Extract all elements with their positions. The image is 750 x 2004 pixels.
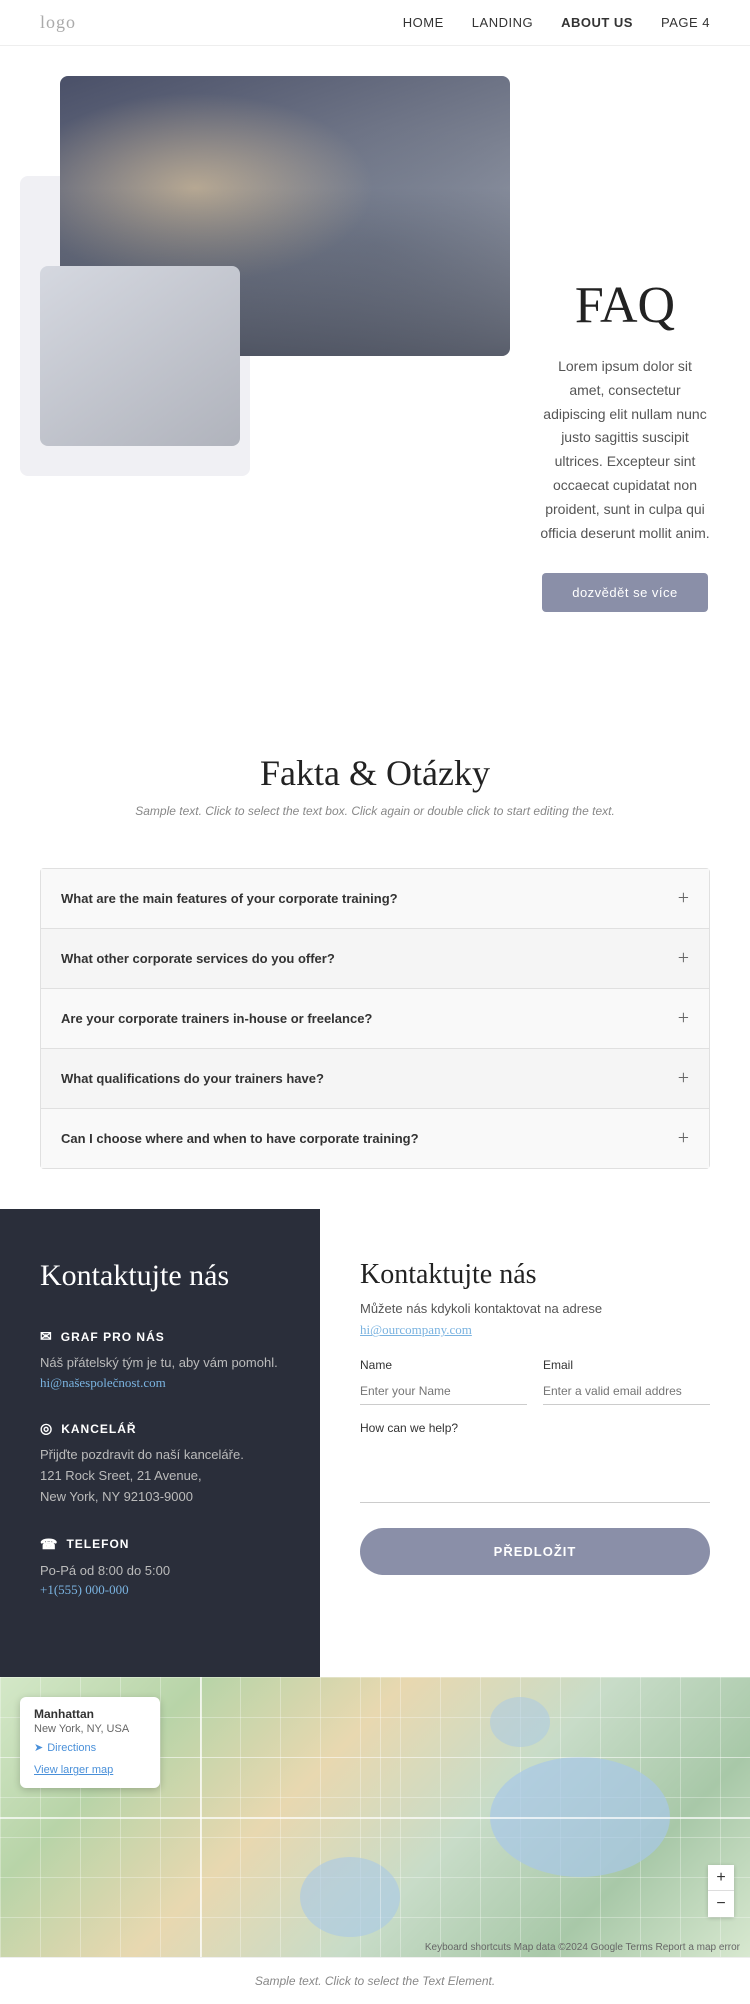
hero-content: FAQ Lorem ipsum dolor sit amet, consecte… — [540, 76, 710, 612]
accordion-item-2[interactable]: What other corporate services do you off… — [41, 929, 709, 989]
contact-email-label-text: GRAF PRO NÁS — [61, 1330, 165, 1344]
hero-description: Lorem ipsum dolor sit amet, consectetur … — [540, 355, 710, 545]
map-road-4 — [380, 1677, 381, 1957]
envelope-icon: ✉ — [40, 1328, 53, 1345]
contact-section: Kontaktujte nás ✉ GRAF PRO NÁS Náš přáte… — [0, 1209, 750, 1677]
map-zoom-controls: + − — [708, 1865, 734, 1917]
contact-left: Kontaktujte nás ✉ GRAF PRO NÁS Náš přáte… — [0, 1209, 320, 1677]
contact-left-title: Kontaktujte nás — [40, 1259, 280, 1293]
location-icon: ◎ — [40, 1420, 53, 1437]
spacer — [0, 652, 750, 712]
accordion-question-4: What qualifications do your trainers hav… — [61, 1071, 324, 1086]
name-label: Name — [360, 1358, 527, 1372]
help-group: How can we help? — [360, 1421, 710, 1508]
contact-phone-block: ☎ TELEFON Po-Pá od 8:00 do 5:00 +1(555) … — [40, 1536, 280, 1600]
bottom-bar: Sample text. Click to select the Text El… — [0, 1957, 750, 2004]
hero-section: FAQ Lorem ipsum dolor sit amet, consecte… — [0, 46, 750, 652]
help-textarea[interactable] — [360, 1443, 710, 1503]
contact-email-label: ✉ GRAF PRO NÁS — [40, 1328, 280, 1345]
contact-email-block: ✉ GRAF PRO NÁS Náš přátelský tým je tu, … — [40, 1328, 280, 1392]
nav-about-us[interactable]: ABOUT US — [561, 15, 633, 30]
contact-email-link[interactable]: hi@našespolečnost.com — [40, 1375, 166, 1390]
map-popup: Manhattan New York, NY, USA ➤ Directions… — [20, 1697, 160, 1788]
name-group: Name — [360, 1358, 527, 1405]
name-input[interactable] — [360, 1378, 527, 1405]
accordion-item-1[interactable]: What are the main features of your corpo… — [41, 869, 709, 929]
nav-links: HOME LANDING ABOUT US PAGE 4 — [403, 15, 710, 30]
faq-subtitle: Sample text. Click to select the text bo… — [40, 804, 710, 818]
hero-small-image — [40, 266, 240, 446]
directions-icon: ➤ — [34, 1741, 43, 1754]
view-larger-map[interactable]: View larger map — [34, 1764, 113, 1776]
map-section: Manhattan New York, NY, USA ➤ Directions… — [0, 1677, 750, 1957]
contact-right-email[interactable]: hi@ourcompany.com — [360, 1322, 710, 1338]
map-water-3 — [490, 1697, 550, 1747]
hero-small-image-inner — [40, 266, 240, 446]
help-label: How can we help? — [360, 1421, 710, 1435]
accordion-icon-4: + — [678, 1067, 689, 1090]
phone-icon: ☎ — [40, 1536, 58, 1553]
nav-page4[interactable]: PAGE 4 — [661, 15, 710, 30]
accordion: What are the main features of your corpo… — [40, 868, 710, 1169]
submit-button[interactable]: PŘEDLOŽIT — [360, 1528, 710, 1575]
faq-section: Fakta & Otázky Sample text. Click to sel… — [0, 712, 750, 868]
contact-office-desc: Přijďte pozdravit do naší kanceláře.121 … — [40, 1445, 280, 1507]
map-background: Manhattan New York, NY, USA ➤ Directions… — [0, 1677, 750, 1957]
contact-phone-label: ☎ TELEFON — [40, 1536, 280, 1553]
contact-right-subtitle: Můžete nás kdykoli kontaktovat na adrese — [360, 1301, 710, 1316]
accordion-icon-5: + — [678, 1127, 689, 1150]
zoom-out-button[interactable]: − — [708, 1891, 734, 1917]
nav-home[interactable]: HOME — [403, 15, 444, 30]
hero-button[interactable]: dozvědět se více — [542, 573, 708, 612]
contact-right: Kontaktujte nás Můžete nás kdykoli konta… — [320, 1209, 750, 1677]
contact-email-desc: Náš přátelský tým je tu, aby vám pomohl. — [40, 1353, 280, 1374]
logo: logo — [40, 12, 76, 33]
map-popup-title: Manhattan — [34, 1707, 146, 1721]
accordion-icon-3: + — [678, 1007, 689, 1030]
accordion-question-2: What other corporate services do you off… — [61, 951, 335, 966]
accordion-item-5[interactable]: Can I choose where and when to have corp… — [41, 1109, 709, 1168]
email-group: Email — [543, 1358, 710, 1405]
accordion-question-1: What are the main features of your corpo… — [61, 891, 398, 906]
contact-phone-link[interactable]: +1(555) 000-000 — [40, 1582, 129, 1597]
accordion-icon-1: + — [678, 887, 689, 910]
directions-label[interactable]: Directions — [47, 1742, 96, 1754]
map-water-2 — [300, 1857, 400, 1937]
contact-office-label: ◎ KANCELÁŘ — [40, 1420, 280, 1437]
accordion-item-4[interactable]: What qualifications do your trainers hav… — [41, 1049, 709, 1109]
contact-form-row1: Name Email — [360, 1358, 710, 1405]
accordion-icon-2: + — [678, 947, 689, 970]
accordion-question-5: Can I choose where and when to have corp… — [61, 1131, 419, 1146]
map-popup-addr: New York, NY, USA — [34, 1723, 146, 1735]
accordion-question-3: Are your corporate trainers in-house or … — [61, 1011, 372, 1026]
hero-image-wrapper — [40, 76, 300, 456]
faq-title: Fakta & Otázky — [40, 752, 710, 794]
hero-title: FAQ — [540, 276, 710, 335]
zoom-in-button[interactable]: + — [708, 1865, 734, 1891]
map-footer: Keyboard shortcuts Map data ©2024 Google… — [425, 1942, 740, 1953]
navbar: logo HOME LANDING ABOUT US PAGE 4 — [0, 0, 750, 46]
contact-phone-hours: Po-Pá od 8:00 do 5:00 — [40, 1561, 280, 1582]
contact-phone-label-text: TELEFON — [66, 1537, 129, 1551]
contact-right-title: Kontaktujte nás — [360, 1259, 710, 1291]
nav-landing[interactable]: LANDING — [472, 15, 533, 30]
map-directions[interactable]: ➤ Directions — [34, 1741, 146, 1754]
contact-office-block: ◎ KANCELÁŘ Přijďte pozdravit do naší kan… — [40, 1420, 280, 1507]
email-label: Email — [543, 1358, 710, 1372]
bottom-sample-text: Sample text. Click to select the Text El… — [255, 1974, 495, 1988]
map-road-2 — [0, 1817, 750, 1819]
accordion-item-3[interactable]: Are your corporate trainers in-house or … — [41, 989, 709, 1049]
contact-office-label-text: KANCELÁŘ — [61, 1422, 136, 1436]
email-input[interactable] — [543, 1378, 710, 1405]
